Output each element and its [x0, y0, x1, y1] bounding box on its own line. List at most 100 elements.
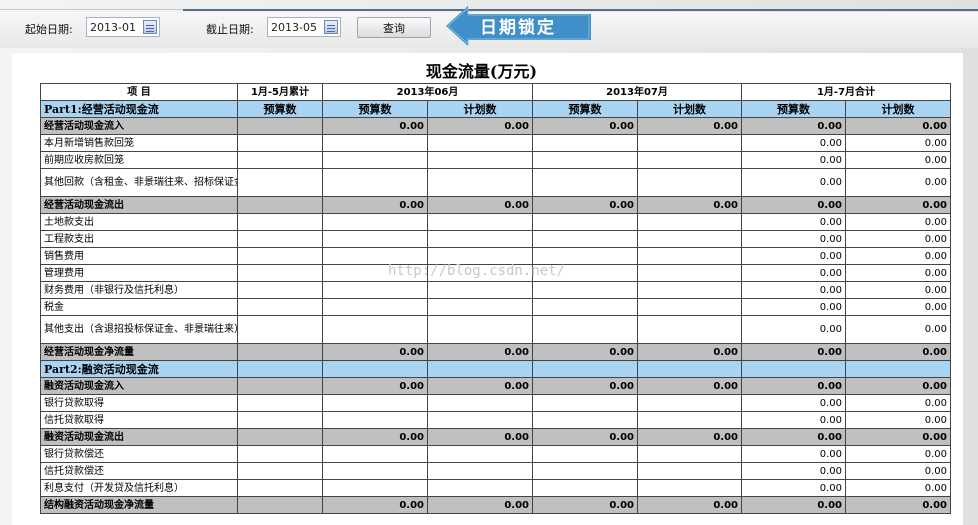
row-label: 信托贷款偿还 — [40, 462, 238, 480]
value-cell — [237, 196, 323, 214]
value-cell: 0.00 — [532, 377, 638, 395]
value-cell: 0.00 — [532, 117, 638, 135]
value-cell: 0.00 — [637, 117, 742, 135]
row-label: 利息支付（开发贷及信托利息） — [40, 479, 238, 497]
value-cell: 0.00 — [322, 117, 428, 135]
value-cell — [427, 230, 533, 248]
table-row: 信托贷款偿还 0.00 0.00 — [40, 462, 952, 480]
value-cell: 0.00 — [844, 462, 952, 480]
value-cell: 0.00 — [322, 377, 428, 395]
value-cell — [532, 479, 638, 497]
value-cell — [237, 428, 323, 446]
value-cell: 0.00 — [637, 343, 742, 361]
calendar-icon[interactable] — [324, 20, 338, 34]
subtotal-row: 结构融资活动现金净流量 0.00 0.00 0.00 0.00 0.00 0.00 — [40, 496, 952, 514]
section-row: Part2:融资活动现金流 — [40, 360, 952, 378]
value-cell — [532, 281, 638, 299]
row-label: 信托贷款取得 — [40, 411, 238, 429]
value-cell — [637, 247, 742, 265]
value-cell — [637, 360, 742, 378]
row-label: 融资活动现金流入 — [40, 377, 238, 395]
table-row: 银行贷款取得 0.00 0.00 — [40, 394, 952, 412]
value-cell — [322, 445, 428, 463]
value-cell — [322, 151, 428, 169]
value-cell — [532, 394, 638, 412]
value-cell: 0.00 — [427, 428, 533, 446]
value-cell — [237, 168, 323, 197]
row-label: 经营活动现金流入 — [40, 117, 238, 135]
value-cell — [427, 134, 533, 152]
value-cell: 0.00 — [532, 196, 638, 214]
value-cell — [532, 360, 638, 378]
value-cell — [427, 298, 533, 316]
value-cell: 0.00 — [741, 428, 846, 446]
value-cell: 0.00 — [844, 247, 952, 265]
value-cell — [322, 479, 428, 497]
value-cell — [237, 394, 323, 412]
start-date-field[interactable]: 2013-01 — [86, 17, 160, 37]
subtotal-row: 经营活动现金流出 0.00 0.00 0.00 0.00 0.00 0.00 — [40, 196, 952, 214]
value-cell — [427, 462, 533, 480]
value-cell — [532, 298, 638, 316]
value-cell: 0.00 — [844, 168, 952, 197]
row-label: 土地款支出 — [40, 213, 238, 231]
value-cell: 0.00 — [844, 230, 952, 248]
value-cell — [427, 411, 533, 429]
value-cell: 0.00 — [532, 343, 638, 361]
query-button[interactable]: 查询 — [357, 17, 431, 38]
value-cell: 0.00 — [637, 196, 742, 214]
value-cell — [237, 411, 323, 429]
row-label: 经营活动现金流出 — [40, 196, 238, 214]
value-cell — [237, 315, 323, 344]
start-date-value: 2013-01 — [90, 20, 136, 34]
row-label: 融资活动现金流出 — [40, 428, 238, 446]
sub-header-cell: 计划数 — [637, 100, 742, 118]
row-label: 财务费用（非银行及信托利息） — [40, 281, 238, 299]
value-cell: 0.00 — [741, 479, 846, 497]
value-cell — [322, 247, 428, 265]
value-cell: 0.00 — [322, 343, 428, 361]
sub-header-cell: 预算数 — [532, 100, 638, 118]
value-cell — [637, 168, 742, 197]
end-date-label: 截止日期: — [206, 23, 254, 36]
end-date-value: 2013-05 — [271, 20, 317, 34]
value-cell: 0.00 — [637, 377, 742, 395]
value-cell: 0.00 — [427, 377, 533, 395]
end-date-field[interactable]: 2013-05 — [267, 17, 341, 37]
value-cell: 0.00 — [741, 411, 846, 429]
value-cell — [322, 315, 428, 344]
value-cell — [237, 247, 323, 265]
value-cell: 0.00 — [741, 281, 846, 299]
subtotal-row: 经营活动现金流入 0.00 0.00 0.00 0.00 0.00 0.00 — [40, 117, 952, 135]
value-cell: 0.00 — [741, 445, 846, 463]
value-cell: 0.00 — [844, 264, 952, 282]
value-cell — [637, 151, 742, 169]
report-title: 现金流量(万元) — [425, 62, 538, 81]
row-label: Part2:融资活动现金流 — [40, 360, 238, 378]
value-cell — [237, 343, 323, 361]
value-cell: 0.00 — [741, 264, 846, 282]
value-cell — [637, 462, 742, 480]
value-cell — [741, 360, 846, 378]
value-cell — [427, 281, 533, 299]
value-cell: 0.00 — [844, 343, 952, 361]
table-row: 前期应收房款回笼 0.00 0.00 — [40, 151, 952, 169]
sub-header-cell: 计划数 — [844, 100, 952, 118]
date-lock-banner[interactable]: 日期锁定 — [446, 6, 591, 46]
value-cell — [427, 315, 533, 344]
calendar-icon[interactable] — [143, 20, 157, 34]
value-cell: 0.00 — [741, 117, 846, 135]
value-cell: 0.00 — [844, 196, 952, 214]
value-cell — [322, 281, 428, 299]
table-row: 其他回款（含租金、非景瑞往来、招标保证金等） 0.000.00 — [40, 168, 952, 197]
value-cell — [322, 230, 428, 248]
value-cell — [532, 315, 638, 344]
value-cell — [532, 151, 638, 169]
value-cell — [237, 281, 323, 299]
table-row: 工程款支出 0.00 0.00 — [40, 230, 952, 248]
value-cell — [237, 462, 323, 480]
header-item: 项 目 — [40, 83, 238, 101]
value-cell — [322, 411, 428, 429]
value-cell — [237, 230, 323, 248]
value-cell: 0.00 — [427, 196, 533, 214]
